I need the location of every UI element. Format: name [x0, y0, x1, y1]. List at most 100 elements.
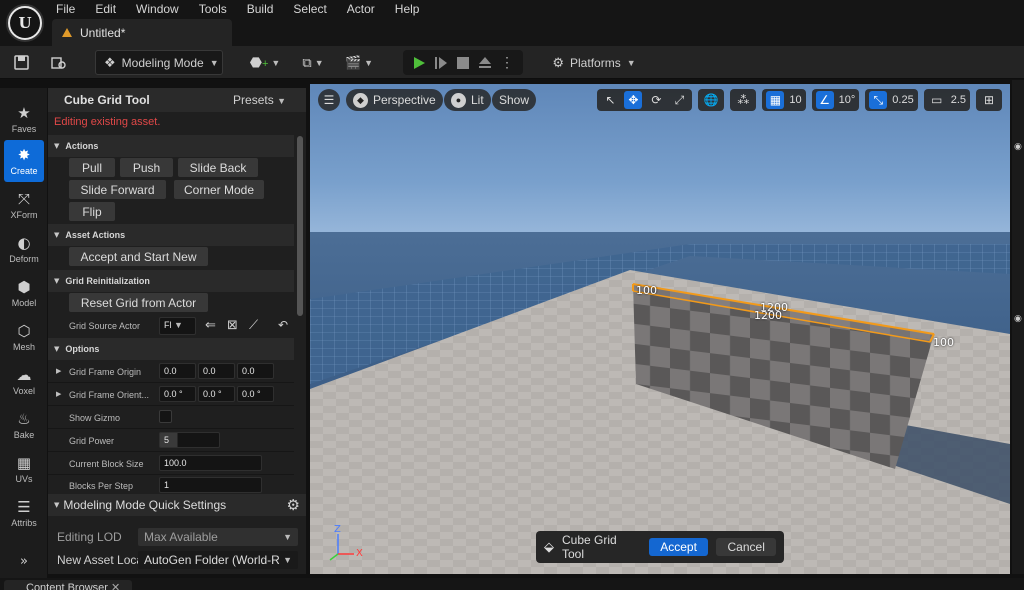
- dimension-label: 100: [636, 284, 657, 297]
- category-xform[interactable]: ⤧ XForm: [4, 184, 44, 226]
- advance-frame-icon[interactable]: [430, 50, 452, 75]
- eye-icon[interactable]: ◉: [1014, 314, 1022, 324]
- grid-snap-group[interactable]: ▦ 10: [762, 89, 806, 111]
- play-icon[interactable]: [408, 50, 430, 75]
- more-options-icon[interactable]: ⋮: [496, 50, 518, 75]
- grid-power-slider[interactable]: 5: [159, 432, 220, 448]
- select-arrow-icon[interactable]: ↖: [601, 91, 619, 109]
- scale-snap-group[interactable]: ⤡ 0.25: [865, 89, 918, 111]
- accept-and-start-new-button[interactable]: Accept and Start New: [69, 247, 208, 266]
- content-browser-tab[interactable]: Content Browser ✕: [4, 580, 132, 590]
- voxel-icon: ☁: [16, 365, 32, 384]
- camera-speed-group[interactable]: ▭ 2.5: [923, 89, 970, 111]
- surface-snap-button[interactable]: ⁂: [730, 89, 757, 111]
- translate-icon[interactable]: ✥: [624, 91, 643, 109]
- eject-icon[interactable]: [474, 50, 496, 75]
- viewport-layout-button[interactable]: ⊞: [976, 89, 1002, 111]
- new-asset-location-dropdown[interactable]: AutoGen Folder (World-R ▼: [138, 551, 298, 569]
- chevron-down-icon: ▼: [626, 57, 636, 68]
- current-block-size-field[interactable]: 100.0: [159, 455, 262, 471]
- mode-select-dropdown[interactable]: ❖ Modeling Mode ▼: [95, 50, 223, 75]
- perspective-dropdown[interactable]: ◆ Perspective: [346, 89, 443, 111]
- use-selected-icon[interactable]: ⇐: [205, 318, 216, 333]
- menu-edit[interactable]: Edit: [85, 0, 126, 18]
- platforms-dropdown[interactable]: ⚙ Platforms ▼: [544, 50, 644, 75]
- blueprints-button[interactable]: ⧉ ▼: [298, 50, 328, 75]
- browse-content-icon[interactable]: [48, 50, 70, 75]
- scale-snap-icon: ⤡: [869, 91, 888, 109]
- level-viewport[interactable]: Z X 100 1200 1200 100 ☰ ◆ Perspective ● Li…: [310, 84, 1010, 574]
- chevron-down-icon: ▼: [283, 532, 292, 542]
- menu-build[interactable]: Build: [237, 0, 284, 18]
- section-asset-actions[interactable]: ▼ Asset Actions: [48, 224, 294, 246]
- push-button[interactable]: Push: [120, 158, 173, 177]
- pull-button[interactable]: Pull: [69, 158, 115, 177]
- main-toolbar: ❖ Modeling Mode ▼ ⬣+ ▼ ⧉ ▼ 🎬 ▼ ⋮ ⚙ Platf…: [0, 46, 1024, 79]
- save-icon[interactable]: [10, 50, 32, 75]
- menu-help[interactable]: Help: [385, 0, 430, 18]
- expand-arrow-icon[interactable]: ▶: [56, 367, 61, 375]
- viewport-menu-button[interactable]: ☰: [318, 89, 340, 111]
- surface-snap-icon: ⁂: [737, 93, 750, 107]
- eyedropper-icon[interactable]: ⟋: [249, 318, 258, 333]
- grid-frame-origin-z[interactable]: 0.0: [237, 363, 274, 379]
- rotation-snap-group[interactable]: ∠ 10°: [811, 89, 860, 111]
- rotate-icon[interactable]: ⟳: [647, 91, 665, 109]
- document-tab[interactable]: Untitled*: [52, 19, 232, 46]
- blocks-per-step-field[interactable]: 1: [159, 477, 262, 493]
- category-model[interactable]: ⬢ Model: [4, 272, 44, 314]
- grid-source-actor-picker[interactable]: Fl ▼: [159, 317, 196, 335]
- close-icon[interactable]: ✕: [111, 582, 120, 590]
- unreal-logo-icon[interactable]: U: [6, 4, 44, 42]
- menu-tools[interactable]: Tools: [189, 0, 237, 18]
- accept-button[interactable]: Accept: [648, 538, 709, 556]
- category-create[interactable]: ✸ Create: [4, 140, 44, 182]
- category-bake[interactable]: ♨ Bake: [4, 404, 44, 446]
- coordinate-space-button[interactable]: 🌐: [698, 89, 725, 111]
- menu-file[interactable]: File: [46, 0, 85, 18]
- quick-settings-header[interactable]: ▼ Modeling Mode Quick Settings ⚙: [48, 494, 306, 516]
- mode-select-label: Modeling Mode: [121, 55, 204, 70]
- lit-dropdown[interactable]: ● Lit: [444, 89, 491, 111]
- category-faves[interactable]: ★ Faves: [4, 98, 44, 140]
- accept-bar-tool-name: Cube Grid Tool: [562, 533, 617, 561]
- add-actor-button[interactable]: ⬣+ ▼: [248, 50, 282, 75]
- stop-icon[interactable]: [452, 50, 474, 75]
- category-deform[interactable]: ◐ Deform: [4, 228, 44, 270]
- category-voxel[interactable]: ☁ Voxel: [4, 360, 44, 402]
- grid-frame-origin-x[interactable]: 0.0: [159, 363, 196, 379]
- menu-select[interactable]: Select: [283, 0, 336, 18]
- category-uvs[interactable]: ▦ UVs: [4, 448, 44, 490]
- reset-to-default-icon[interactable]: ↶: [278, 318, 288, 332]
- show-gizmo-checkbox[interactable]: [159, 410, 172, 423]
- menu-window[interactable]: Window: [126, 0, 189, 18]
- section-grid-reinitialization[interactable]: ▼ Grid Reinitialization: [48, 270, 294, 292]
- slide-back-button[interactable]: Slide Back: [178, 158, 258, 177]
- scale-icon[interactable]: ⤢: [670, 91, 688, 109]
- menu-actor[interactable]: Actor: [337, 0, 385, 18]
- section-actions[interactable]: ▼ Actions: [48, 135, 294, 157]
- corner-mode-button[interactable]: Corner Mode: [174, 180, 264, 199]
- grid-frame-orient-x[interactable]: 0.0 °: [159, 386, 196, 402]
- slide-forward-button[interactable]: Slide Forward: [69, 180, 166, 199]
- expand-arrow-icon[interactable]: ▶: [56, 390, 61, 398]
- cancel-button[interactable]: Cancel: [716, 538, 777, 556]
- flip-button[interactable]: Flip: [69, 202, 115, 221]
- cinematics-button[interactable]: 🎬 ▼: [342, 50, 376, 75]
- settings-gear-icon[interactable]: ⚙: [287, 496, 300, 514]
- panel-scrollbar[interactable]: [297, 136, 303, 316]
- section-options[interactable]: ▼ Options: [48, 338, 294, 360]
- reset-grid-from-actor-button[interactable]: Reset Grid from Actor: [69, 293, 208, 312]
- expand-strip-button[interactable]: »: [4, 548, 44, 574]
- play-controls: ⋮: [403, 50, 523, 75]
- presets-dropdown[interactable]: Presets ▼: [233, 93, 286, 107]
- show-dropdown[interactable]: Show: [492, 89, 537, 111]
- grid-frame-orient-z[interactable]: 0.0 °: [237, 386, 274, 402]
- grid-frame-origin-y[interactable]: 0.0: [198, 363, 235, 379]
- category-attribs[interactable]: ☰ Attribs: [4, 492, 44, 534]
- editing-lod-dropdown[interactable]: Max Available ▼: [138, 528, 298, 546]
- category-mesh[interactable]: ⬡ Mesh: [4, 316, 44, 358]
- eye-icon[interactable]: ◉: [1014, 142, 1022, 152]
- grid-frame-orient-y[interactable]: 0.0 °: [198, 386, 235, 402]
- browse-to-icon[interactable]: ⊠: [227, 318, 238, 333]
